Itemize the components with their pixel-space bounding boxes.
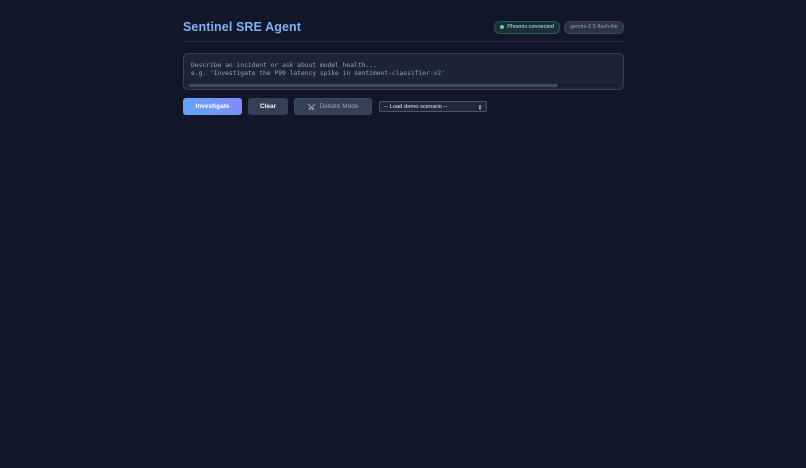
prompt-horizontal-scrollbar[interactable]: [189, 84, 618, 87]
investigate-button[interactable]: Investigate: [183, 98, 242, 115]
app-container: Sentinel SRE Agent Phoenix connected gem…: [183, 18, 624, 115]
status-dot-icon: [500, 25, 505, 29]
swords-icon: [308, 102, 316, 110]
app-header: Sentinel SRE Agent Phoenix connected gem…: [183, 18, 624, 42]
page-title: Sentinel SRE Agent: [183, 20, 302, 34]
status-badge-label: Phoenix connected: [507, 24, 554, 30]
debate-mode-label: Debate Mode: [319, 103, 359, 110]
debate-mode-button[interactable]: Debate Mode: [294, 98, 372, 115]
chevron-up-down-icon: ▲ ▼: [478, 102, 482, 111]
demo-scenario-selected: -- Load demo scenario --: [384, 103, 448, 110]
scrollbar-thumb[interactable]: [189, 84, 558, 87]
header-badges: Phoenix connected gemini-2.5-flash-lite: [494, 20, 624, 34]
prompt-box: [183, 53, 624, 90]
action-bar: Investigate Clear Debate Mode -- Load de…: [183, 98, 624, 115]
clear-button[interactable]: Clear: [248, 98, 288, 115]
demo-scenario-select[interactable]: -- Load demo scenario -- ▲ ▼: [379, 101, 487, 112]
model-badge: gemini-2.5-flash-lite: [564, 20, 624, 34]
status-badge: Phoenix connected: [494, 20, 560, 34]
